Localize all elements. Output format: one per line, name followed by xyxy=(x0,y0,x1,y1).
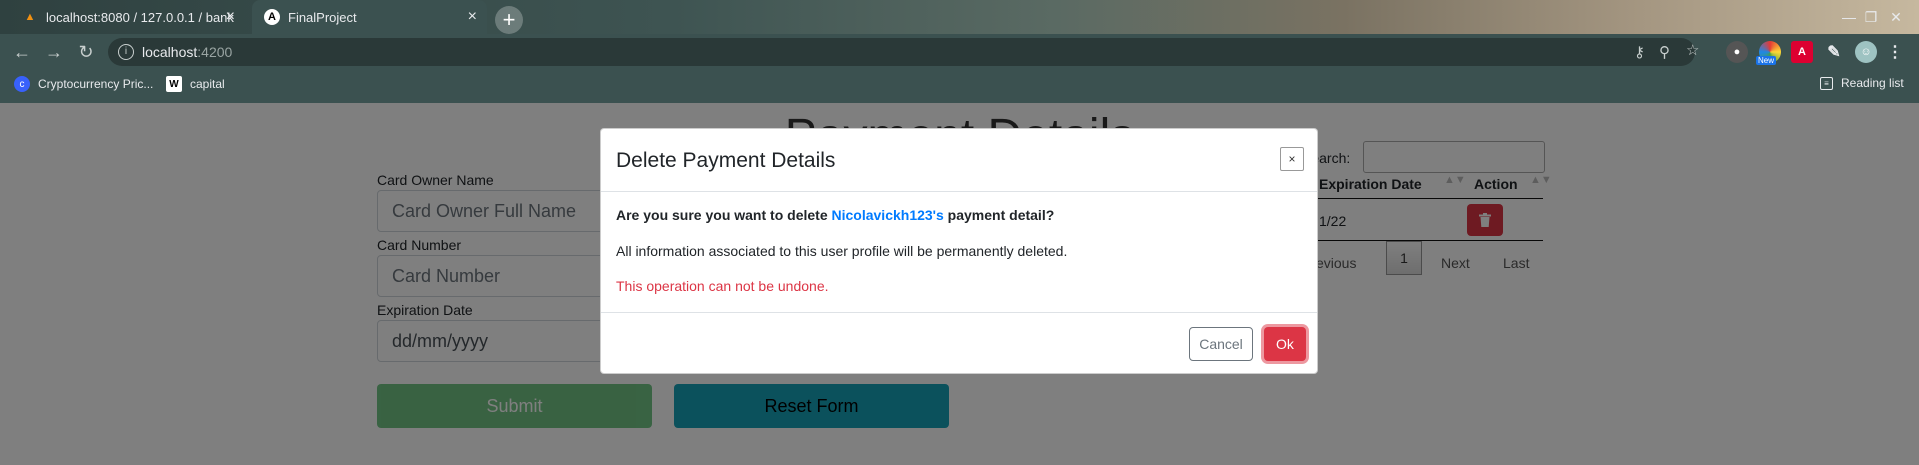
bookmark-label: Cryptocurrency Pric... xyxy=(38,77,154,91)
close-tab-icon[interactable]: × xyxy=(226,8,235,26)
avatar[interactable]: ☺ xyxy=(1855,41,1877,63)
reading-list-label: Reading list xyxy=(1841,76,1904,90)
delete-confirmation-dialog: Delete Payment Details × Are you sure yo… xyxy=(600,128,1318,374)
question-prefix: Are you sure you want to delete xyxy=(616,207,832,223)
bookmark-label: capital xyxy=(190,77,225,91)
extension-badge: New xyxy=(1756,56,1777,65)
key-icon[interactable]: ⚷ xyxy=(1634,43,1645,61)
info-text: All information associated to this user … xyxy=(616,243,1068,259)
puzzle-icon[interactable]: ✎ xyxy=(1823,41,1845,63)
close-icon[interactable]: × xyxy=(1280,147,1304,171)
tab-phpmyadmin[interactable]: ▲ localhost:8080 / 127.0.0.1 / bank × xyxy=(10,0,245,34)
warning-text: This operation can not be undone. xyxy=(616,278,829,294)
phpmyadmin-icon: ▲ xyxy=(24,11,36,23)
back-button[interactable]: ← xyxy=(10,41,34,63)
bookmarks-bar xyxy=(0,70,1919,103)
angular-devtools-icon[interactable]: A xyxy=(1791,41,1813,63)
address-bar[interactable]: i localhost:4200 ⚷ ⚲ ☆ xyxy=(108,38,1699,66)
url-port: :4200 xyxy=(197,44,233,60)
modal-title: Delete Payment Details xyxy=(616,149,836,172)
close-window-button[interactable]: ✕ xyxy=(1873,0,1919,34)
tab-finalproject[interactable]: A FinalProject × xyxy=(252,0,487,34)
angular-icon: A xyxy=(264,9,280,25)
confirm-question: Are you sure you want to delete Nicolavi… xyxy=(616,207,1302,223)
new-tab-icon: + xyxy=(502,7,516,32)
coin-icon: c xyxy=(14,76,30,92)
close-tab-icon[interactable]: × xyxy=(468,8,477,26)
extension-icon[interactable]: ● xyxy=(1726,41,1748,63)
modal-header: Delete Payment Details × xyxy=(601,129,1317,192)
wikipedia-icon: W xyxy=(166,76,182,92)
url-text: localhost:4200 xyxy=(142,44,232,60)
modal-body: Are you sure you want to delete Nicolavi… xyxy=(616,207,1302,294)
cancel-button[interactable]: Cancel xyxy=(1189,327,1253,361)
forward-button[interactable]: → xyxy=(42,41,66,63)
question-suffix: payment detail? xyxy=(943,207,1055,223)
reading-list-icon: ≡ xyxy=(1820,76,1833,90)
bookmark-capital[interactable]: W capital xyxy=(166,76,225,92)
zoom-icon[interactable]: ⚲ xyxy=(1659,43,1670,61)
menu-icon[interactable]: ⋮ xyxy=(1884,41,1906,63)
username-link: Nicolavickh123's xyxy=(831,207,944,223)
new-tab-button[interactable]: + xyxy=(495,6,523,34)
url-host: localhost xyxy=(142,44,198,60)
reload-button[interactable]: ↻ xyxy=(74,41,98,63)
bookmark-star-icon[interactable]: ☆ xyxy=(1686,41,1699,59)
site-info-icon[interactable]: i xyxy=(118,44,134,60)
tab-title: FinalProject xyxy=(288,9,357,25)
tab-title: localhost:8080 / 127.0.0.1 / bank xyxy=(46,9,234,25)
modal-footer: Cancel Ok xyxy=(601,312,1317,375)
ok-button[interactable]: Ok xyxy=(1264,327,1306,361)
reading-list-button[interactable]: ≡ Reading list xyxy=(1820,76,1904,90)
bookmark-crypto[interactable]: c Cryptocurrency Pric... xyxy=(14,76,153,92)
